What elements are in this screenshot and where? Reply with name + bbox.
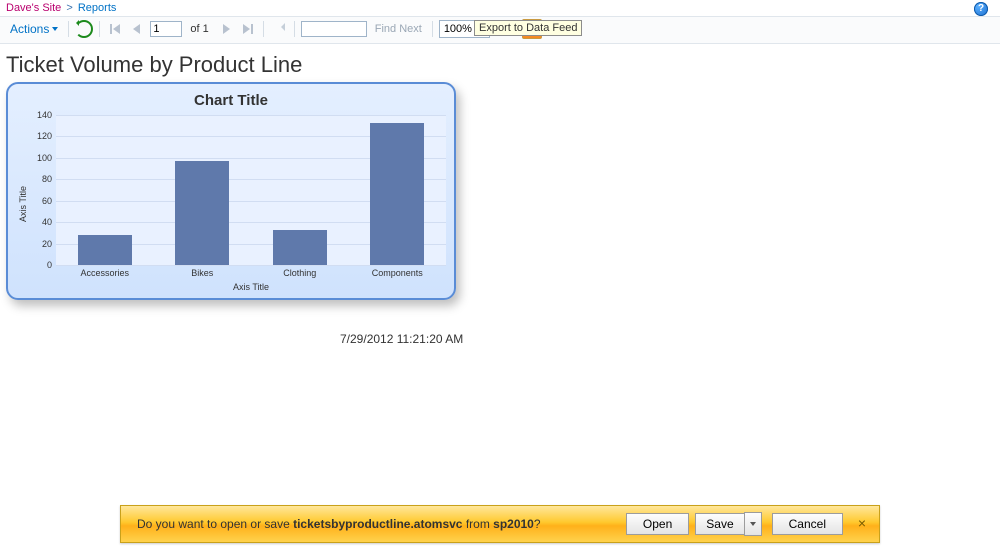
find-next-button[interactable]: Find Next [371, 23, 426, 35]
x-tick-label: Bikes [154, 265, 252, 278]
last-page-icon [243, 24, 253, 34]
y-tick-label: 40 [42, 217, 52, 227]
page-of-label: of 1 [186, 23, 212, 35]
breadcrumb: Dave's Site > Reports [0, 0, 1000, 16]
x-tick-label: Clothing [251, 265, 349, 278]
report-toolbar: Actions of 1 Find Next [0, 16, 1000, 44]
y-tick-label: 100 [37, 153, 52, 163]
back-to-parent-button[interactable] [270, 20, 288, 38]
prev-page-button[interactable] [128, 20, 146, 38]
y-axis-labels: 020406080100120140 [30, 115, 56, 265]
download-message: Do you want to open or save ticketsbypro… [137, 517, 620, 531]
y-tick-label: 120 [37, 131, 52, 141]
refresh-icon [75, 20, 93, 38]
divider [68, 21, 69, 37]
chart-card: Chart Title Axis Title 0 20 40 60 80 100 120 14… [6, 82, 456, 300]
chart-bar [273, 230, 327, 265]
download-host: sp2010 [493, 517, 534, 531]
y-tick-label: 0 [47, 260, 52, 270]
chart-bar [370, 123, 424, 266]
first-page-icon [110, 24, 120, 34]
x-axis-title: Axis Title [56, 278, 446, 294]
actions-label: Actions [10, 22, 49, 36]
y-tick-label: 20 [42, 239, 52, 249]
open-button[interactable]: Open [626, 513, 689, 535]
last-page-button[interactable] [239, 20, 257, 38]
export-data-feed-tooltip: Export to Data Feed [474, 20, 582, 36]
x-tick-label: Accessories [56, 265, 154, 278]
save-button[interactable]: Save [695, 513, 743, 535]
y-tick-label: 80 [42, 174, 52, 184]
y-tick-label: 60 [42, 196, 52, 206]
report-title: Ticket Volume by Product Line [0, 44, 1000, 82]
divider [432, 21, 433, 37]
prev-page-icon [132, 24, 142, 34]
first-page-button[interactable] [106, 20, 124, 38]
y-tick-label: 140 [37, 110, 52, 120]
x-axis-labels: AccessoriesBikesClothingComponents [56, 265, 446, 278]
download-filename: ticketsbyproductline.atomsvc [293, 517, 462, 531]
chevron-down-icon [750, 522, 756, 526]
refresh-button[interactable] [75, 20, 93, 38]
back-icon [273, 23, 285, 35]
find-input[interactable] [301, 21, 367, 37]
help-icon[interactable]: ? [974, 2, 988, 16]
cancel-button[interactable]: Cancel [772, 513, 843, 535]
actions-menu[interactable]: Actions [6, 22, 62, 36]
next-page-icon [221, 24, 231, 34]
breadcrumb-page[interactable]: Reports [78, 2, 117, 14]
page-input[interactable] [150, 21, 182, 37]
save-dropdown-button[interactable] [744, 512, 762, 536]
report-timestamp: 7/29/2012 11:21:20 AM [340, 332, 463, 346]
chart-bar [175, 161, 229, 265]
y-axis-title: Axis Title [16, 186, 30, 222]
close-button[interactable]: × [853, 515, 871, 533]
next-page-button[interactable] [217, 20, 235, 38]
download-notification-bar: Do you want to open or save ticketsbypro… [120, 505, 880, 543]
x-tick-label: Components [349, 265, 447, 278]
chart-bar [78, 235, 132, 265]
divider [99, 21, 100, 37]
chart-title: Chart Title [16, 90, 446, 115]
breadcrumb-site[interactable]: Dave's Site [6, 2, 61, 14]
divider [263, 21, 264, 37]
chevron-down-icon [52, 27, 58, 31]
breadcrumb-sep: > [64, 2, 74, 14]
divider [294, 21, 295, 37]
chart-plot-area [56, 115, 446, 265]
